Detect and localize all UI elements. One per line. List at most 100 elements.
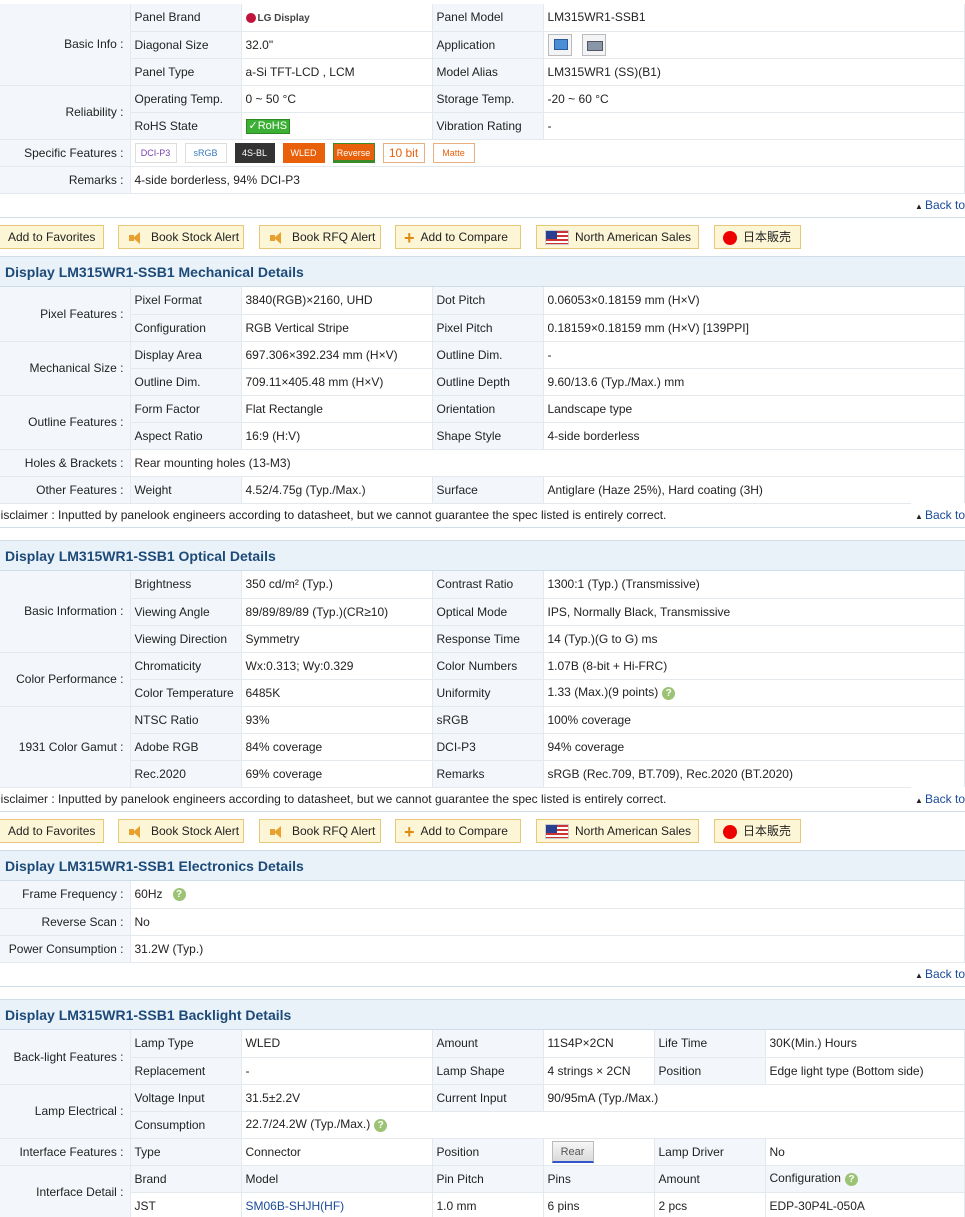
panel-type-label: Panel Type [130,58,242,86]
speaker-icon [268,825,286,839]
back-to-link[interactable]: ▲ Back to [915,962,965,986]
back-to-link[interactable]: ▲ Back to [911,787,965,811]
add-to-compare-button[interactable]: + Add to Compare [395,819,521,843]
application-value [543,31,965,59]
monitor-icon[interactable] [547,33,572,56]
detail-configuration-value: EDP-30P4L-050A [765,1192,965,1217]
book-rfq-alert-button[interactable]: Book RFQ Alert [259,819,381,843]
current-input-label: Current Input [432,1084,544,1112]
rohs-label: RoHS State [130,112,242,140]
viewing-angle-label: Viewing Angle [130,598,242,626]
uniformity-value: 1.33 (Max.)(9 points)? [543,679,965,707]
help-icon[interactable]: ? [374,1118,388,1132]
dci-p3-badge[interactable]: DCI-P3 [134,142,177,163]
triangle-up-icon: ▲ [915,202,923,211]
rohs-badge: ✓RoHS [245,118,291,134]
reverse-scan-value: No [130,908,965,936]
outline-dim-value-2: 709.11×405.48 mm (H×V) [241,368,433,396]
optical-remarks-label: Remarks [432,760,544,788]
10bit-badge[interactable]: 10 bit [382,142,425,163]
reverse-badge[interactable]: Reverse [332,142,375,163]
interface-type-label: Type [130,1138,242,1166]
interface-features-label: Interface Features : [0,1138,131,1166]
laptop-icon[interactable] [581,33,606,56]
reliability-label: Reliability : [0,85,131,140]
back-to-link[interactable]: ▲ Back to [911,503,965,527]
chromaticity-value: Wx:0.313; Wy:0.329 [241,652,433,680]
srgb-badge[interactable]: sRGB [184,142,227,163]
back-to-link[interactable]: ▲ Back to [915,193,965,217]
lamp-driver-label: Lamp Driver [654,1138,766,1166]
lamp-shape-label: Lamp Shape [432,1057,544,1085]
detail-model-header: Model [241,1165,433,1193]
weight-value: 4.52/4.75g (Typ./Max.) [241,476,433,504]
storage-temp-label: Storage Temp. [432,85,544,113]
add-to-favorites-button[interactable]: Add to Favorites [0,225,105,249]
japan-sales-button[interactable]: 日本販売 [714,819,801,843]
lamp-type-value: WLED [241,1030,433,1058]
orientation-value: Landscape type [543,395,965,423]
contrast-ratio-label: Contrast Ratio [432,571,544,599]
detail-brand-value: JST [130,1192,242,1217]
help-icon[interactable]: ? [172,888,186,902]
specific-features-label: Specific Features : [0,139,131,167]
pixel-pitch-value: 0.18159×0.18159 mm (H×V) [139PPI] [543,314,965,342]
other-features-label: Other Features : [0,476,131,504]
optical-details-header: Display LM315WR1-SSB1 Optical Details [0,540,965,571]
vibration-label: Vibration Rating [432,112,544,140]
dci-p3-value: 94% coverage [543,733,965,761]
plus-icon: + [404,227,415,248]
book-rfq-alert-button[interactable]: Book RFQ Alert [259,225,381,249]
reverse-scan-label: Reverse Scan : [0,908,131,936]
rear-position-icon[interactable]: Rear [551,1140,594,1163]
uniformity-label: Uniformity [432,679,544,707]
matte-badge[interactable]: Matte [432,142,475,163]
application-label: Application [432,31,544,59]
viewing-angle-value: 89/89/89/89 (Typ.)(CR≥10) [241,598,433,626]
remarks-value: 4-side borderless, 94% DCI-P3 [130,166,965,194]
replacement-label: Replacement [130,1057,242,1085]
mechanical-size-label: Mechanical Size : [0,341,131,396]
srgb-label: sRGB [432,706,544,734]
pixel-features-label: Pixel Features : [0,287,131,342]
detail-amount-value: 2 pcs [654,1192,766,1217]
dci-p3-label: DCI-P3 [432,733,544,761]
panel-brand-value[interactable]: LG Display [241,4,433,32]
help-icon[interactable]: ? [844,1172,858,1186]
4s-bl-badge[interactable]: 4S-BL [234,142,275,163]
add-to-compare-button[interactable]: + Add to Compare [395,225,521,249]
japan-sales-button[interactable]: 日本販売 [714,225,801,249]
voltage-input-value: 31.5±2.2V [241,1084,433,1112]
north-american-sales-button[interactable]: North American Sales [536,225,699,249]
lamp-shape-value: 4 strings × 2CN [543,1057,655,1085]
power-consumption-label: Power Consumption : [0,935,131,963]
color-gamut-label: 1931 Color Gamut : [0,706,131,788]
plus-icon: + [404,821,415,842]
color-numbers-label: Color Numbers [432,652,544,680]
add-to-favorites-button[interactable]: Add to Favorites [0,819,105,843]
model-alias-label: Model Alias [432,58,544,86]
help-icon[interactable]: ? [662,686,676,700]
optical-table: Basic Information : Brightness 350 cd/m² … [0,571,965,788]
pixel-format-value: 3840(RGB)×2160, UHD [241,287,433,315]
backlight-features-label: Back-light Features : [0,1030,131,1085]
detail-pin-pitch-value: 1.0 mm [432,1192,544,1217]
panel-brand-label: Panel Brand [130,4,242,32]
disclaimer-text: Disclaimer : Inputted by panelook engine… [0,792,667,806]
interface-position-value: Rear [543,1138,655,1166]
orientation-label: Orientation [432,395,544,423]
color-temperature-value: 6485K [241,679,433,707]
wled-badge[interactable]: WLED [282,142,325,163]
speaker-icon [127,231,145,245]
book-stock-alert-button[interactable]: Book Stock Alert [118,819,244,843]
book-stock-alert-button[interactable]: Book Stock Alert [118,225,244,249]
position-value: Edge light type (Bottom side) [765,1057,965,1085]
surface-value: Antiglare (Haze 25%), Hard coating (3H) [543,476,965,504]
north-american-sales-button[interactable]: North American Sales [536,819,699,843]
outline-depth-label: Outline Depth [432,368,544,396]
detail-model-link[interactable]: SM06B-SHJH(HF) [241,1192,433,1217]
triangle-up-icon: ▲ [915,971,923,980]
disclaimer-bar-2: Disclaimer : Inputted by panelook engine… [0,787,965,812]
display-area-label: Display Area [130,341,242,369]
feature-badges: DCI-P3 sRGB 4S-BL WLED Reverse 10 bit Matte [130,139,965,167]
